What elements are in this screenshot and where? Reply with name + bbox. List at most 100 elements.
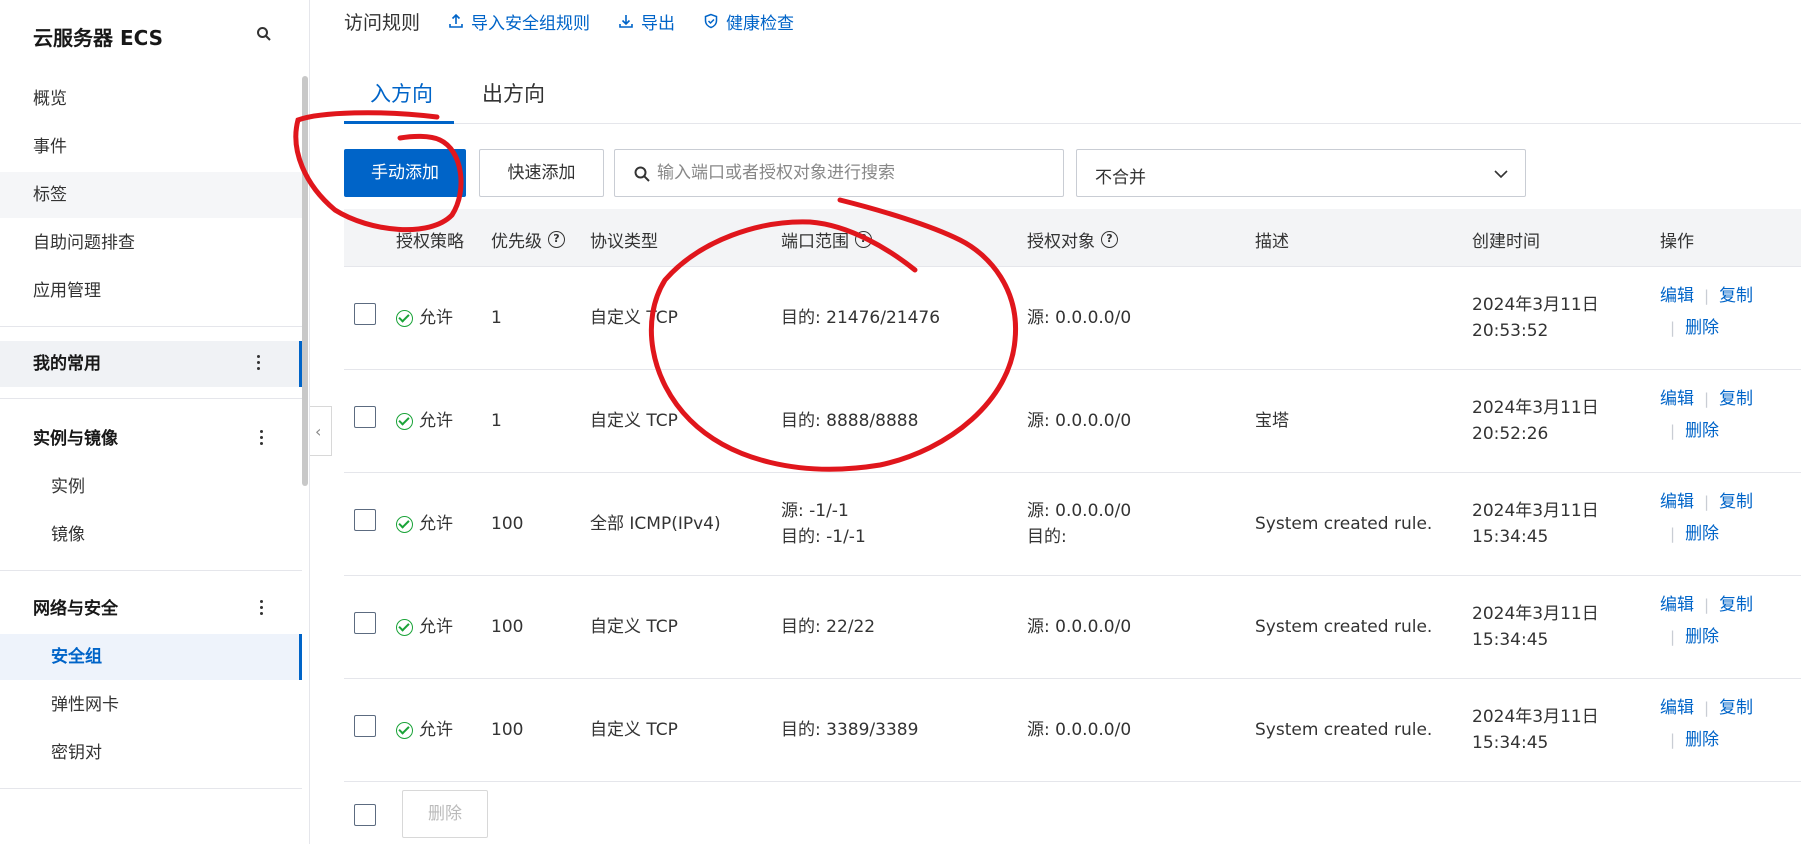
- sidebar-item-instances[interactable]: 实例: [0, 464, 302, 510]
- copy-link[interactable]: 复制: [1719, 286, 1753, 306]
- sidebar-group-label: 网络与安全: [33, 599, 118, 619]
- port-line: 源: -1/-1: [781, 501, 849, 521]
- ops-cell: 编辑 | 复制 | 删除: [1660, 283, 1753, 341]
- port-line: 目的: 22/22: [781, 617, 876, 637]
- copy-link[interactable]: 复制: [1719, 389, 1753, 409]
- help-icon[interactable]: ?: [548, 231, 565, 248]
- created-time: 20:52:26: [1472, 424, 1549, 444]
- created-cell: 2024年3月11日 15:34:45: [1472, 498, 1599, 550]
- protocol-cell: 自定义 TCP: [590, 308, 678, 328]
- col-target-label: 授权对象: [1027, 232, 1095, 252]
- col-priority: 优先级?: [491, 227, 565, 252]
- col-policy-label: 授权策略: [396, 232, 464, 252]
- created-date: 2024年3月11日: [1472, 501, 1599, 521]
- tab-outbound[interactable]: 出方向: [482, 78, 545, 124]
- export-link[interactable]: 导出: [618, 9, 675, 34]
- edit-link[interactable]: 编辑: [1660, 492, 1694, 512]
- policy-label: 允许: [419, 617, 453, 637]
- search-icon[interactable]: [256, 26, 272, 42]
- sidebar-item-overview[interactable]: 概览: [0, 76, 302, 122]
- upload-icon: [449, 13, 463, 28]
- search-input[interactable]: [657, 150, 1057, 196]
- delete-link[interactable]: 删除: [1685, 318, 1719, 338]
- help-icon[interactable]: ?: [855, 231, 872, 248]
- desc-cell: System created rule.: [1255, 617, 1433, 637]
- created-date: 2024年3月11日: [1472, 707, 1599, 727]
- port-cell: 源: -1/-1 目的: -1/-1: [781, 498, 866, 550]
- row-checkbox[interactable]: [354, 303, 376, 325]
- more-icon[interactable]: [260, 430, 264, 448]
- quick-add-button[interactable]: 快速添加: [479, 149, 604, 197]
- copy-link[interactable]: 复制: [1719, 492, 1753, 512]
- sidebar-divider: [0, 788, 302, 789]
- tab-inbound[interactable]: 入方向: [344, 78, 454, 124]
- shield-check-icon: [704, 13, 718, 29]
- sidebar-group-network-security[interactable]: 网络与安全: [0, 586, 302, 632]
- edit-link[interactable]: 编辑: [1660, 698, 1694, 718]
- policy-cell: 允许: [396, 717, 453, 743]
- sidebar-item-app-management[interactable]: 应用管理: [0, 268, 302, 314]
- port-line: 目的: -1/-1: [781, 527, 866, 547]
- sidebar-scrollbar[interactable]: [302, 76, 308, 486]
- policy-cell: 允许: [396, 511, 453, 537]
- check-circle-icon: [396, 412, 413, 430]
- more-icon[interactable]: [257, 355, 261, 373]
- edit-link[interactable]: 编辑: [1660, 389, 1694, 409]
- delete-link[interactable]: 删除: [1685, 421, 1719, 441]
- table-row: 允许 100 全部 ICMP(IPv4) 源: -1/-1 目的: -1/-1 …: [344, 473, 1801, 576]
- sidebar-item-troubleshoot[interactable]: 自助问题排查: [0, 220, 302, 266]
- target-line: 源: 0.0.0.0/0: [1027, 501, 1132, 521]
- delete-link[interactable]: 删除: [1685, 524, 1719, 544]
- sidebar-item-tags[interactable]: 标签: [0, 172, 302, 218]
- policy-label: 允许: [419, 514, 453, 534]
- sidebar-collapse-button[interactable]: ‹: [310, 406, 332, 456]
- op-separator: |: [1670, 319, 1676, 337]
- row-checkbox[interactable]: [354, 509, 376, 531]
- help-icon[interactable]: ?: [1101, 231, 1118, 248]
- target-line: 源: 0.0.0.0/0: [1027, 308, 1132, 328]
- direction-tabs: 入方向 出方向: [344, 72, 1801, 124]
- row-checkbox[interactable]: [354, 406, 376, 428]
- merge-select[interactable]: 不合并: [1076, 149, 1526, 197]
- edit-link[interactable]: 编辑: [1660, 286, 1694, 306]
- sidebar-item-events[interactable]: 事件: [0, 124, 302, 170]
- table-row: 允许 100 自定义 TCP 目的: 3389/3389 源: 0.0.0.0/…: [344, 679, 1801, 782]
- target-cell: 源: 0.0.0.0/0 目的:: [1027, 498, 1131, 550]
- batch-delete-button: 删除: [402, 790, 488, 838]
- health-check-link[interactable]: 健康检查: [703, 9, 794, 34]
- sidebar-item-security-groups[interactable]: 安全组: [0, 634, 302, 680]
- search-field[interactable]: [614, 149, 1064, 197]
- desc-cell: 宝塔: [1255, 411, 1289, 431]
- check-circle-icon: [396, 515, 413, 533]
- col-priority-label: 优先级: [491, 232, 542, 252]
- import-rules-link[interactable]: 导入安全组规则: [448, 9, 590, 34]
- sidebar-group-favorites[interactable]: 我的常用: [0, 341, 302, 387]
- port-cell: 目的: 3389/3389: [781, 717, 918, 743]
- rules-table: 授权策略 优先级? 协议类型 端口范围? 授权对象? 描述 创建时间 操作 允许…: [344, 209, 1801, 782]
- created-time: 20:53:52: [1472, 321, 1549, 341]
- delete-link[interactable]: 删除: [1685, 627, 1719, 647]
- ops-cell: 编辑 | 复制 | 删除: [1660, 695, 1753, 753]
- sidebar-item-images[interactable]: 镜像: [0, 512, 302, 558]
- sidebar-item-eni[interactable]: 弹性网卡: [0, 682, 302, 728]
- chevron-down-icon: [1494, 170, 1508, 179]
- table-row: 允许 1 自定义 TCP 目的: 8888/8888 源: 0.0.0.0/0 …: [344, 370, 1801, 473]
- select-all-checkbox[interactable]: [354, 804, 376, 826]
- copy-link[interactable]: 复制: [1719, 595, 1753, 615]
- table-row: 允许 1 自定义 TCP 目的: 21476/21476 源: 0.0.0.0/…: [344, 267, 1801, 370]
- col-policy: 授权策略: [396, 227, 464, 252]
- sidebar-group-instances-images[interactable]: 实例与镜像: [0, 416, 302, 462]
- row-checkbox[interactable]: [354, 715, 376, 737]
- priority-cell: 1: [491, 411, 502, 431]
- main-content: 访问规则 导入安全组规则 导出 健康检查 入方向 出方向 手动添加 快速添加 不…: [332, 0, 1801, 844]
- edit-link[interactable]: 编辑: [1660, 595, 1694, 615]
- manual-add-button[interactable]: 手动添加: [344, 149, 466, 197]
- sidebar-divider: [0, 326, 302, 327]
- check-circle-icon: [396, 618, 413, 636]
- sidebar-item-keypairs[interactable]: 密钥对: [0, 730, 302, 776]
- op-separator: |: [1704, 390, 1710, 408]
- copy-link[interactable]: 复制: [1719, 698, 1753, 718]
- row-checkbox[interactable]: [354, 612, 376, 634]
- more-icon[interactable]: [260, 600, 264, 618]
- delete-link[interactable]: 删除: [1685, 730, 1719, 750]
